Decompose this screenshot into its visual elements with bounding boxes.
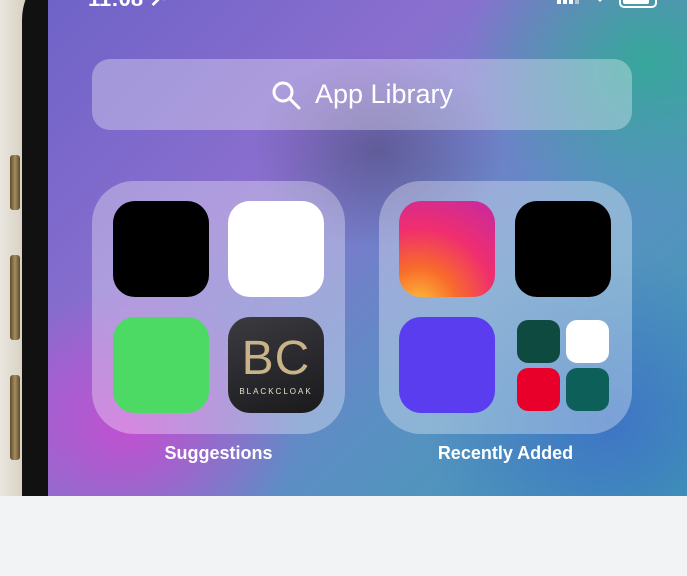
blackcloak-wordmark: BLACKCLOAK xyxy=(239,386,313,396)
search-icon xyxy=(272,81,301,109)
page-background xyxy=(0,496,687,576)
app-icon-instagram[interactable] xyxy=(399,201,495,297)
signal-icon xyxy=(557,0,579,4)
blackcloak-logo: BC xyxy=(241,331,311,385)
app-icon-green[interactable] xyxy=(113,317,209,413)
action-button xyxy=(10,155,20,210)
suggestions-label: Suggestions xyxy=(164,443,273,463)
app-icon-white[interactable] xyxy=(228,201,324,297)
search-label: App Library xyxy=(314,79,454,109)
mini-app-icon[interactable] xyxy=(517,320,560,363)
app-icon-purple[interactable] xyxy=(399,317,495,413)
app-icon-black[interactable] xyxy=(515,201,611,297)
app-icon-blackcloak[interactable]: BC BLACKCLOAK xyxy=(228,317,324,413)
mini-app-icon[interactable] xyxy=(517,368,560,411)
volume-down-button xyxy=(10,375,20,460)
wifi-icon xyxy=(598,0,602,2)
app-icon-black[interactable] xyxy=(113,201,209,297)
home-screen: 11:08 ↗ App Library BC BLACKCLOAK Sugges… xyxy=(48,0,687,496)
status-time: 11:08 ↗ xyxy=(88,0,168,12)
status-icons xyxy=(557,0,657,8)
battery-icon xyxy=(619,0,657,8)
suggestions-folder[interactable]: BC BLACKCLOAK xyxy=(92,181,345,434)
status-bar: 11:08 ↗ xyxy=(48,0,687,14)
recently-added-folder[interactable] xyxy=(379,181,632,434)
mini-app-icon[interactable] xyxy=(566,320,609,363)
recently-added-label: Recently Added xyxy=(437,443,574,463)
app-library-search-bar[interactable]: App Library xyxy=(92,59,632,130)
mini-app-icon[interactable] xyxy=(566,368,609,411)
volume-up-button xyxy=(10,255,20,340)
